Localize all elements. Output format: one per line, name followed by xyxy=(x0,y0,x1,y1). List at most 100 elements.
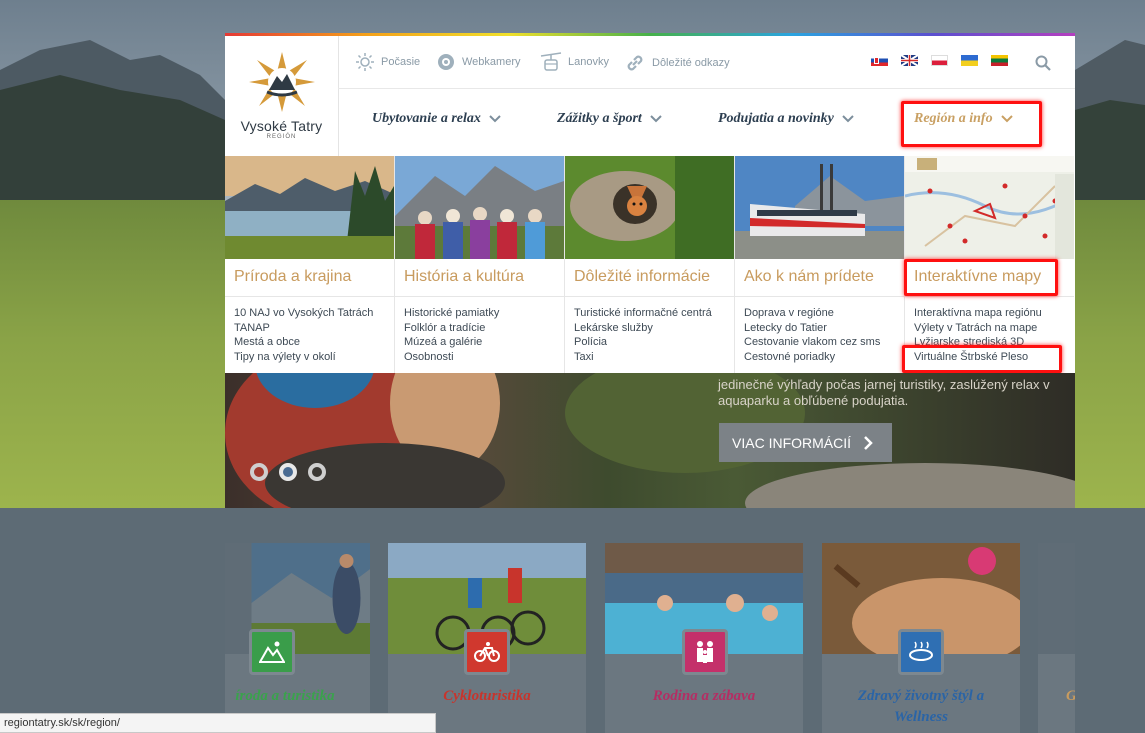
divider xyxy=(905,296,1074,297)
card-label: Rodina a zábava xyxy=(652,688,756,704)
logo-emblem-icon xyxy=(248,52,315,112)
menu-link[interactable]: 10 NAJ vo Vysokých Tatrách xyxy=(234,306,373,321)
logo-subtitle: REGIÓN xyxy=(266,134,297,140)
nav-label: Podujatia a novinky xyxy=(718,111,834,126)
menu-link[interactable]: Taxi xyxy=(574,350,712,365)
flag-uk-icon[interactable] xyxy=(961,55,978,66)
card-cycling[interactable]: Cykloturistika xyxy=(388,543,586,733)
slider-pagination xyxy=(250,463,337,481)
utility-bar: Počasie Webkamery Lanovky Dôležité odkaz… xyxy=(338,36,1075,89)
flag-pl-icon[interactable] xyxy=(931,55,948,66)
menu-column-nature: Príroda a krajina 10 NAJ vo Vysokých Tat… xyxy=(225,156,395,373)
column-title[interactable]: Ako k nám prídete xyxy=(744,268,874,286)
card-partial[interactable]: G xyxy=(1038,543,1075,733)
menu-link[interactable]: Folklór a tradície xyxy=(404,321,499,336)
menu-link[interactable]: Výlety v Tatrách na mape xyxy=(914,321,1042,336)
bicycle-icon xyxy=(464,629,510,675)
menu-link[interactable]: Interaktívna mapa regiónu xyxy=(914,306,1042,321)
card-wellness[interactable]: Zdravý životný štýl a Wellness xyxy=(822,543,1020,733)
map-image[interactable] xyxy=(905,156,1074,259)
more-info-button[interactable]: VIAC INFORMÁCIÍ xyxy=(719,423,892,462)
divider xyxy=(395,296,564,297)
important-links-label: Dôležité odkazy xyxy=(652,57,730,69)
menu-link[interactable]: Múzeá a galérie xyxy=(404,335,499,350)
family-icon xyxy=(682,629,728,675)
hero-text-line: jedinečné výhľady počas jarnej turistiky… xyxy=(718,377,1050,392)
nav-experiences[interactable]: Zážitky a šport xyxy=(557,111,662,127)
menu-link[interactable]: Mestá a obce xyxy=(234,335,373,350)
menu-column-important-info: Dôležité informácie Turistické informačn… xyxy=(565,156,735,373)
slider-dot[interactable] xyxy=(250,463,268,481)
weather-label: Počasie xyxy=(381,56,421,68)
link-icon xyxy=(624,52,646,74)
menu-column-getting-here: Ako k nám prídete Doprava v regióne Lete… xyxy=(735,156,905,373)
column-title[interactable]: História a kultúra xyxy=(404,268,524,286)
hero-slider: jedinečné výhľady počas jarnej turistiky… xyxy=(225,373,1075,508)
card-nature-hiking[interactable]: íroda a turistika xyxy=(225,543,370,733)
more-info-label: VIAC INFORMÁCIÍ xyxy=(732,434,852,451)
important-links-link[interactable]: Dôležité odkazy xyxy=(624,52,730,74)
cable-cars-label: Lanovky xyxy=(568,56,609,68)
cable-car-icon xyxy=(540,52,562,72)
nav-label: Ubytovanie a relax xyxy=(372,111,481,126)
card-label: íroda a turistika xyxy=(235,688,335,704)
card-label: Cykloturistika xyxy=(443,688,531,704)
divider xyxy=(225,296,394,297)
divider xyxy=(565,296,734,297)
cable-cars-link[interactable]: Lanovky xyxy=(540,52,609,72)
card-label-line: Zdravý životný štýl a xyxy=(857,688,985,704)
card-label-line: Wellness xyxy=(894,709,948,725)
menu-link[interactable]: Doprava v regióne xyxy=(744,306,880,321)
history-image[interactable] xyxy=(395,156,564,259)
highlight-region-info xyxy=(901,101,1042,147)
hero-description: jedinečné výhľady počas jarnej turistiky… xyxy=(718,377,1058,409)
hiking-icon xyxy=(249,629,295,675)
flag-lt-icon[interactable] xyxy=(991,55,1008,66)
language-switcher xyxy=(871,55,1021,66)
card-image xyxy=(1038,543,1075,654)
menu-link[interactable]: Letecky do Tatier xyxy=(744,321,880,336)
card-image xyxy=(251,543,370,654)
sun-icon xyxy=(355,52,375,72)
nav-events[interactable]: Podujatia a novinky xyxy=(718,111,854,127)
slider-dot-active[interactable] xyxy=(279,463,297,481)
divider xyxy=(735,296,904,297)
menu-link[interactable]: Lekárske služby xyxy=(574,321,712,336)
column-title[interactable]: Dôležité informácie xyxy=(574,268,710,286)
site-logo[interactable]: Vysoké Tatry REGIÓN xyxy=(225,36,339,156)
card-label: G xyxy=(1038,686,1075,707)
card-label: Zdravý životný štýl a Wellness xyxy=(822,686,1020,728)
menu-link[interactable]: Historické pamiatky xyxy=(404,306,499,321)
menu-link[interactable]: Osobnosti xyxy=(404,350,499,365)
chevron-down-icon xyxy=(842,115,854,123)
webcams-link[interactable]: Webkamery xyxy=(436,52,520,72)
menu-link[interactable]: TANAP xyxy=(234,321,373,336)
nav-label: Zážitky a šport xyxy=(557,111,642,126)
train-image[interactable] xyxy=(735,156,904,259)
chevron-right-icon xyxy=(863,435,873,451)
column-title[interactable]: Príroda a krajina xyxy=(234,268,351,286)
flag-sk-icon[interactable] xyxy=(871,55,888,66)
menu-link[interactable]: Cestovanie vlakom cez sms xyxy=(744,335,880,350)
menu-link[interactable]: Turistické informačné centrá xyxy=(574,306,712,321)
menu-link[interactable]: Cestovné poriadky xyxy=(744,350,880,365)
menu-link[interactable]: Polícia xyxy=(574,335,712,350)
menu-column-history: História a kultúra Historické pamiatky F… xyxy=(395,156,565,373)
logo-title: Vysoké Tatry xyxy=(240,118,323,134)
nav-accommodation[interactable]: Ubytovanie a relax xyxy=(372,111,501,127)
card-family-fun[interactable]: Rodina a zábava xyxy=(605,543,803,733)
slider-dot[interactable] xyxy=(308,463,326,481)
webcams-label: Webkamery xyxy=(462,56,521,68)
fox-image[interactable] xyxy=(565,156,734,259)
nature-image[interactable] xyxy=(225,156,394,259)
chevron-down-icon xyxy=(489,115,501,123)
weather-link[interactable]: Počasie xyxy=(355,52,420,72)
webcam-icon xyxy=(436,52,456,72)
highlight-virtual-strbske-pleso xyxy=(902,345,1062,373)
flag-en-icon[interactable] xyxy=(901,55,918,66)
highlight-interactive-maps xyxy=(904,259,1058,296)
search-icon[interactable] xyxy=(1035,55,1051,71)
status-bar-url: regiontatry.sk/sk/region/ xyxy=(0,713,436,733)
menu-link[interactable]: Tipy na výlety v okolí xyxy=(234,350,373,365)
spa-icon xyxy=(898,629,944,675)
